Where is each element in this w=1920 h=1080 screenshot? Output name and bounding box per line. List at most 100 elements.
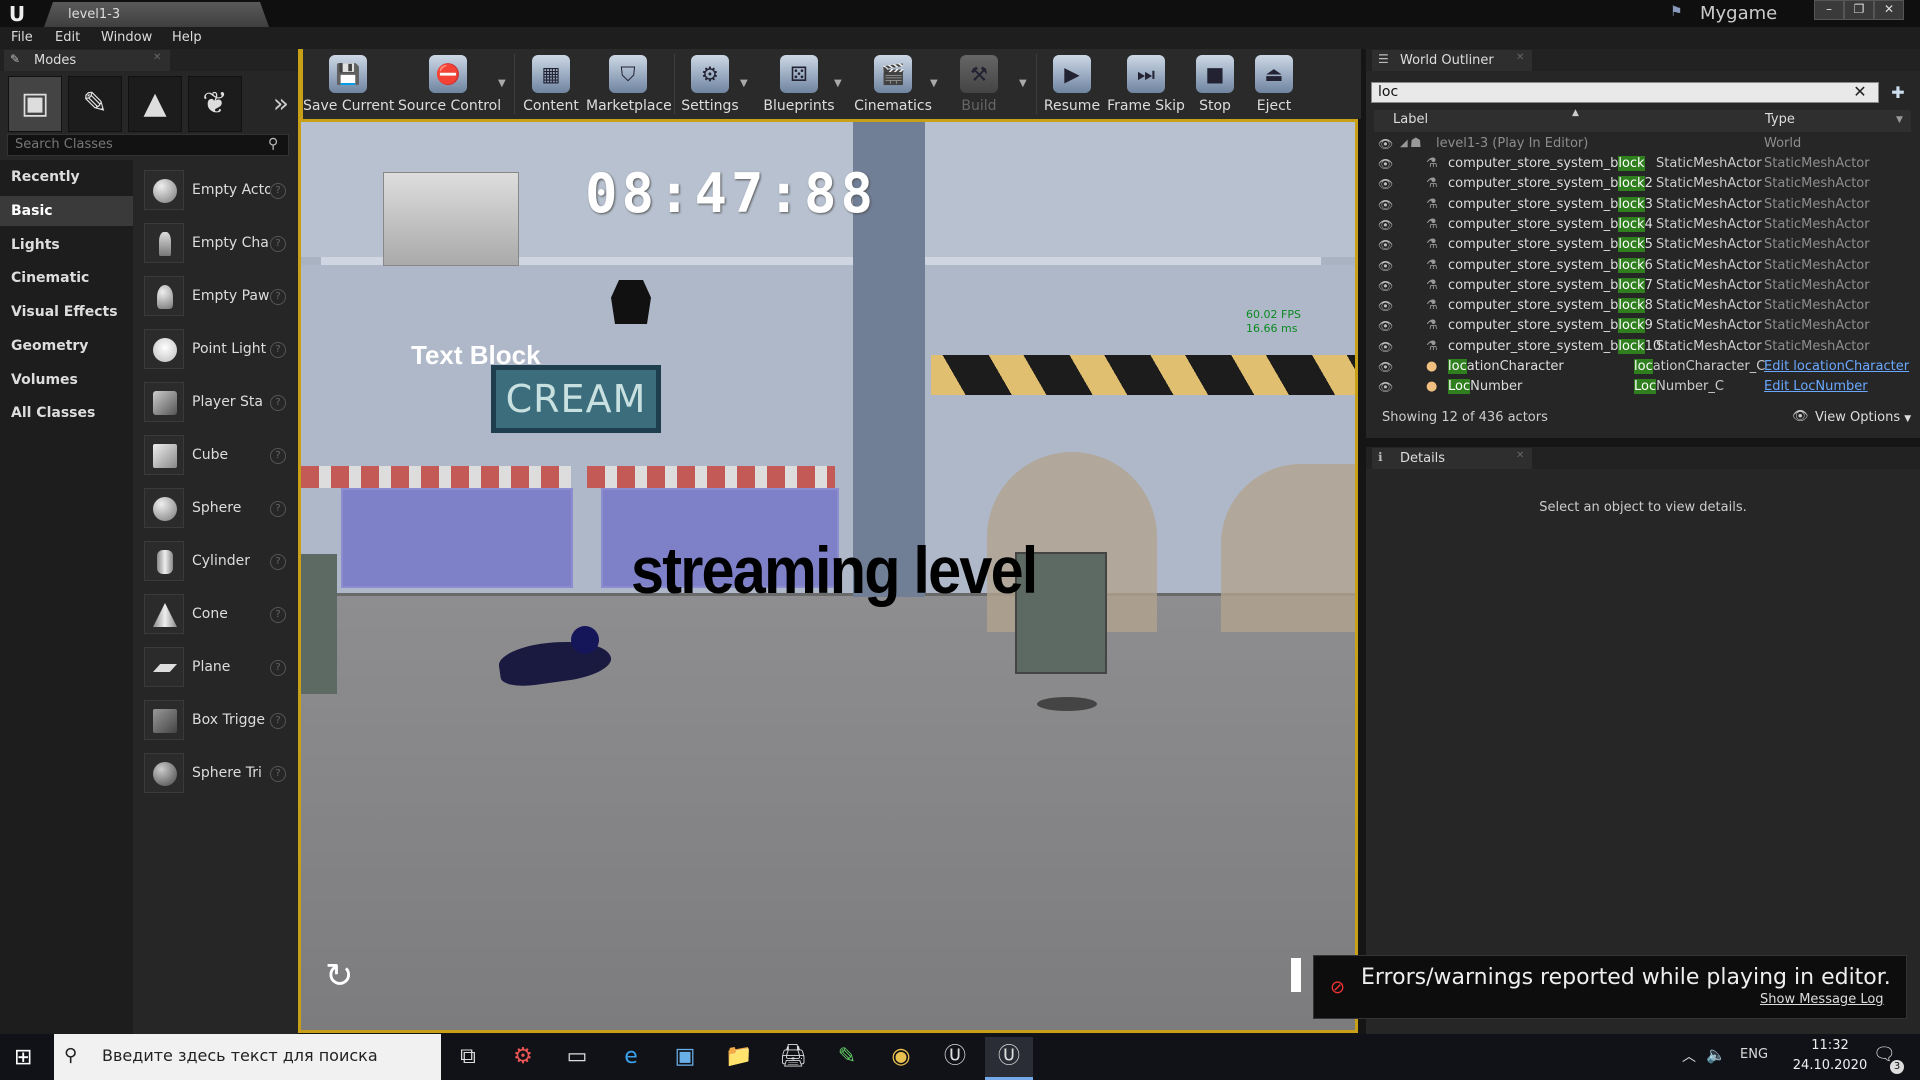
expand-arrow-icon[interactable]: ◢ bbox=[1400, 134, 1408, 154]
column-type[interactable]: Type bbox=[1765, 112, 1795, 127]
cinematics-button[interactable]: 🎬 Cinematics bbox=[853, 52, 933, 118]
details-tab-close-icon[interactable]: ✕ bbox=[1516, 450, 1524, 461]
clear-search-icon[interactable]: ✕ bbox=[1850, 83, 1870, 101]
clock-date[interactable]: 24.10.2020 bbox=[1783, 1058, 1877, 1073]
help-icon[interactable]: ? bbox=[270, 448, 286, 464]
column-type-dropdown-icon[interactable]: ▼ bbox=[1896, 115, 1903, 125]
source-control-dropdown-icon[interactable]: ▼ bbox=[498, 78, 506, 89]
eject-button[interactable]: ⏏ Eject bbox=[1248, 52, 1300, 118]
marketplace-button[interactable]: ⛉ Marketplace bbox=[586, 52, 672, 118]
outliner-row[interactable]: 👁 ⚗ computer_store_system_block7 StaticMesh… bbox=[1374, 276, 1911, 296]
content-button[interactable]: ▦ Content bbox=[520, 52, 582, 118]
eye-icon[interactable]: 👁 bbox=[1378, 337, 1393, 357]
eye-icon[interactable]: 👁 bbox=[1378, 256, 1393, 276]
unreal-logo-icon[interactable]: U bbox=[4, 2, 30, 26]
outliner-tab-close-icon[interactable]: ✕ bbox=[1516, 52, 1524, 63]
windows-start-icon[interactable]: ⊞ bbox=[14, 1045, 32, 1070]
category-volumes[interactable]: Volumes bbox=[0, 365, 133, 395]
menu-file[interactable]: File bbox=[11, 27, 33, 49]
modes-tab[interactable]: Modes bbox=[4, 50, 170, 71]
landscape-mode-button[interactable]: ▲ bbox=[128, 76, 182, 132]
eye-icon[interactable]: 👁 bbox=[1378, 357, 1393, 377]
world-outliner-tab[interactable]: World Outliner bbox=[1372, 50, 1532, 71]
language-indicator[interactable]: ENG bbox=[1740, 1047, 1768, 1062]
outliner-row[interactable]: 👁 ⚗ computer_store_system_block6 StaticMesh… bbox=[1374, 256, 1911, 276]
resume-button[interactable]: ▶ Resume bbox=[1042, 52, 1102, 118]
help-icon[interactable]: ? bbox=[270, 607, 286, 623]
save-current-button[interactable]: 💾 Save Current bbox=[303, 52, 394, 118]
eye-icon[interactable]: 👁 bbox=[1378, 215, 1393, 235]
class-item-sphere-trigger[interactable]: Sphere Tri? bbox=[140, 749, 290, 797]
view-options-button[interactable]: View Options ▼ bbox=[1815, 410, 1911, 425]
task-view-icon[interactable]: ⧉ bbox=[444, 1037, 492, 1077]
class-item-plane[interactable]: Plane? bbox=[140, 643, 290, 691]
outliner-search-input[interactable]: loc bbox=[1371, 82, 1879, 103]
more-modes-icon[interactable]: » bbox=[268, 76, 294, 132]
eye-icon[interactable]: 👁 bbox=[1378, 316, 1393, 336]
outliner-row[interactable]: 👁 ⚗ computer_store_system_block2 StaticMesh… bbox=[1374, 174, 1911, 194]
help-icon[interactable]: ? bbox=[270, 183, 286, 199]
help-icon[interactable]: ? bbox=[270, 660, 286, 676]
eye-icon[interactable]: 👁 bbox=[1378, 134, 1393, 154]
help-icon[interactable]: ? bbox=[270, 395, 286, 411]
class-item-box-trigger[interactable]: Box Trigge? bbox=[140, 696, 290, 744]
modes-tab-close-icon[interactable]: ✕ bbox=[153, 52, 161, 63]
settings-button[interactable]: ⚙ Settings bbox=[678, 52, 742, 118]
class-item-sphere[interactable]: Sphere? bbox=[140, 484, 290, 532]
app-icon-2[interactable]: 🖨 bbox=[769, 1037, 817, 1077]
place-mode-button[interactable]: ▣ bbox=[8, 76, 62, 132]
build-dropdown-icon[interactable]: ▼ bbox=[1019, 78, 1027, 89]
category-recently-placed[interactable]: Recently Placed bbox=[0, 162, 133, 215]
help-icon[interactable]: ? bbox=[270, 501, 286, 517]
outliner-row[interactable]: 👁 ⚗ computer_store_system_block10 StaticMes… bbox=[1374, 337, 1911, 357]
settings-dropdown-icon[interactable]: ▼ bbox=[740, 78, 748, 89]
outliner-row[interactable]: 👁 ⚗ computer_store_system_block4 StaticMesh… bbox=[1374, 215, 1911, 235]
class-item-cylinder[interactable]: Cylinder? bbox=[140, 537, 290, 585]
search-icon[interactable]: ⚲ bbox=[268, 136, 286, 154]
edge-browser-icon[interactable]: e bbox=[607, 1037, 655, 1077]
eye-icon[interactable]: 👁 bbox=[1378, 195, 1393, 215]
outliner-row[interactable]: 👁 ● LocNumber LocNumber_C Edit LocNumber bbox=[1374, 377, 1911, 397]
eye-icon[interactable]: 👁 bbox=[1378, 174, 1393, 194]
paint-mode-button[interactable]: ✎ bbox=[68, 76, 122, 132]
eye-icon[interactable]: 👁 bbox=[1378, 377, 1393, 397]
store-icon[interactable]: ▣ bbox=[661, 1037, 709, 1077]
file-explorer-icon[interactable]: 📁 bbox=[715, 1037, 763, 1077]
help-icon[interactable]: ? bbox=[270, 554, 286, 570]
category-basic[interactable]: Basic bbox=[0, 196, 133, 226]
app-icon-1[interactable]: ⚙ bbox=[499, 1037, 547, 1077]
menu-edit[interactable]: Edit bbox=[55, 27, 80, 49]
eye-icon[interactable]: 👁 bbox=[1378, 235, 1393, 255]
outliner-row[interactable]: 👁 ⚗ computer_store_system_block9 StaticMesh… bbox=[1374, 316, 1911, 336]
class-item-cube[interactable]: Cube? bbox=[140, 431, 290, 479]
class-item-cone[interactable]: Cone? bbox=[140, 590, 290, 638]
column-label[interactable]: Label bbox=[1393, 112, 1428, 127]
search-classes-input[interactable]: Search Classes bbox=[7, 134, 289, 156]
source-control-button[interactable]: ⛔ Source Control bbox=[398, 52, 501, 118]
class-item-point-light[interactable]: Point Light? bbox=[140, 325, 290, 373]
close-button[interactable]: ✕ bbox=[1874, 0, 1904, 20]
help-icon[interactable]: ? bbox=[270, 766, 286, 782]
foliage-mode-button[interactable]: ❦ bbox=[188, 76, 242, 132]
build-button[interactable]: ⚒ Build bbox=[946, 52, 1012, 118]
category-cinematic[interactable]: Cinematic bbox=[0, 263, 133, 293]
edit-blueprint-link[interactable]: Edit LocNumber bbox=[1764, 377, 1868, 397]
outliner-row[interactable]: 👁 ⚗ computer_store_system_block5 StaticMesh… bbox=[1374, 235, 1911, 255]
class-item-empty-actor[interactable]: Empty Acto? bbox=[140, 166, 290, 214]
restart-icon[interactable]: ↻ bbox=[325, 956, 354, 996]
help-icon[interactable]: ? bbox=[270, 713, 286, 729]
create-folder-icon[interactable]: ✚ bbox=[1887, 82, 1909, 104]
outliner-row[interactable]: 👁 ⚗ computer_store_system_block3 StaticMesh… bbox=[1374, 195, 1911, 215]
details-tab[interactable]: Details bbox=[1372, 448, 1532, 469]
class-item-empty-pawn[interactable]: Empty Paw? bbox=[140, 272, 290, 320]
app-icon-3[interactable]: ✎ bbox=[823, 1037, 871, 1077]
clock-time[interactable]: 11:32 bbox=[1800, 1038, 1860, 1053]
minimize-button[interactable]: – bbox=[1814, 0, 1844, 20]
terminal-icon[interactable]: ▭ bbox=[553, 1037, 601, 1077]
document-tab[interactable]: level1-3 bbox=[44, 2, 269, 27]
category-all-classes[interactable]: All Classes bbox=[0, 398, 133, 428]
category-geometry[interactable]: Geometry bbox=[0, 331, 133, 361]
help-icon[interactable]: ? bbox=[270, 342, 286, 358]
class-item-player-start[interactable]: Player Sta? bbox=[140, 378, 290, 426]
outliner-root-row[interactable]: 👁 ◢ ☗ level1-3 (Play In Editor) World bbox=[1374, 134, 1911, 154]
